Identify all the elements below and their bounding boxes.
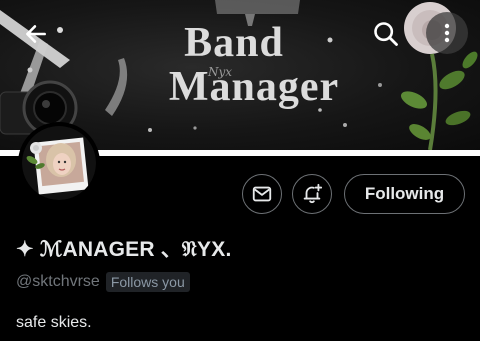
notifications-button[interactable] — [292, 174, 332, 214]
envelope-icon — [252, 186, 272, 202]
search-button[interactable] — [368, 16, 404, 52]
more-vertical-icon — [444, 23, 450, 43]
message-button[interactable] — [242, 174, 282, 214]
avatar[interactable] — [18, 122, 100, 204]
following-button[interactable]: Following — [344, 174, 465, 214]
banner-title: Band Manager — [134, 22, 374, 108]
display-name: ✦ ℳANAGER 、𝔑YX. — [16, 238, 232, 261]
bell-plus-icon — [303, 183, 323, 204]
profile-bio: safe skies. — [16, 314, 92, 331]
banner-title-line2: Manager — [168, 64, 340, 110]
banner-script-text: Nyx — [208, 65, 233, 79]
user-handle: @sktchvrse — [16, 273, 100, 290]
banner-title-line1: Band — [184, 20, 284, 66]
handle-row: @sktchvrse Follows you — [16, 272, 190, 292]
search-icon — [374, 22, 398, 46]
more-options-button[interactable] — [426, 12, 468, 54]
follows-you-badge: Follows you — [105, 272, 190, 292]
back-button[interactable] — [18, 16, 54, 52]
arrow-left-icon — [26, 25, 46, 43]
avatar-image — [22, 126, 96, 200]
